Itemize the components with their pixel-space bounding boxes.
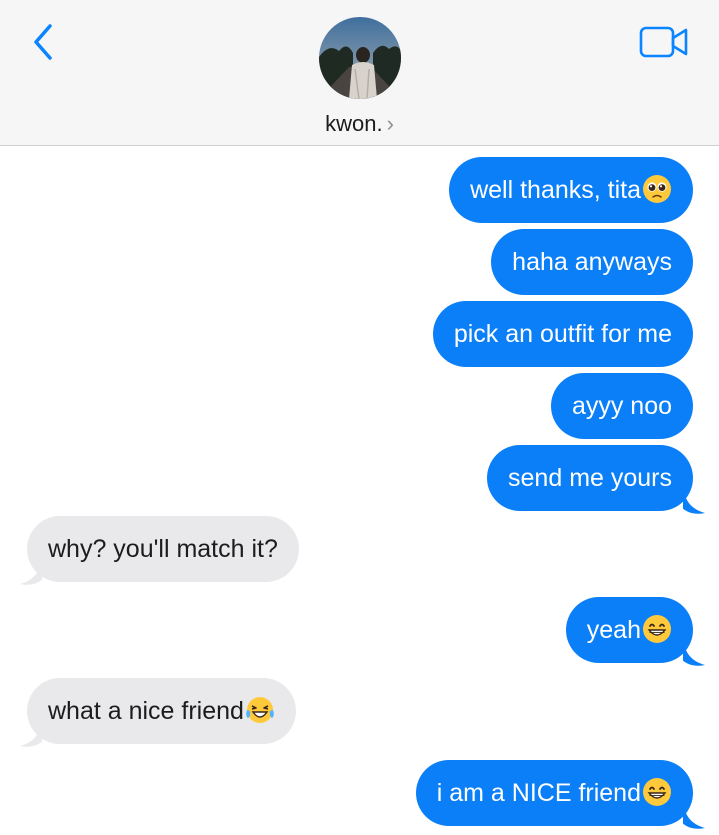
- message-text: ayyy noo: [571, 392, 672, 420]
- message-text: pick an outfit for me: [453, 320, 672, 348]
- outgoing-message[interactable]: ayyy noo: [550, 373, 693, 439]
- grinning-face-icon: [643, 615, 671, 643]
- chevron-right-icon: ›: [386, 111, 394, 136]
- message-text: well thanks, tita: [470, 176, 641, 204]
- incoming-message[interactable]: why? you'll match it?: [27, 516, 299, 582]
- message-text: yeah: [586, 616, 641, 644]
- tears-of-joy-face-icon: [246, 697, 274, 723]
- message-text: send me yours: [508, 464, 672, 492]
- pleading-face-icon: [643, 175, 671, 203]
- outgoing-message[interactable]: send me yours: [487, 445, 693, 511]
- bubble-tail: [683, 802, 705, 829]
- conversation-header: kwon. ›: [0, 0, 719, 146]
- bubble-tail: [20, 720, 42, 747]
- incoming-message[interactable]: what a nice friend: [27, 678, 296, 744]
- message-text: why? you'll match it?: [48, 535, 278, 563]
- outgoing-message[interactable]: haha anyways: [491, 229, 693, 295]
- outgoing-message[interactable]: pick an outfit for me: [432, 301, 693, 367]
- outgoing-message[interactable]: yeah: [565, 597, 693, 663]
- bubble-tail: [20, 558, 42, 585]
- bubble-tail: [683, 487, 705, 514]
- contact-name: kwon.: [325, 111, 383, 136]
- message-text: i am a NICE friend: [436, 779, 641, 807]
- message-text: what a nice friend: [48, 697, 244, 725]
- outgoing-message[interactable]: well thanks, tita: [449, 157, 693, 223]
- contact-name-button[interactable]: kwon. ›: [0, 111, 719, 137]
- contact-avatar[interactable]: [319, 17, 401, 99]
- chevron-left-icon[interactable]: [26, 20, 62, 64]
- bubble-tail: [683, 639, 705, 666]
- outgoing-message[interactable]: i am a NICE friend: [415, 760, 693, 826]
- message-text: haha anyways: [512, 248, 672, 276]
- grinning-face-icon: [643, 778, 671, 806]
- video-camera-icon[interactable]: [638, 24, 690, 60]
